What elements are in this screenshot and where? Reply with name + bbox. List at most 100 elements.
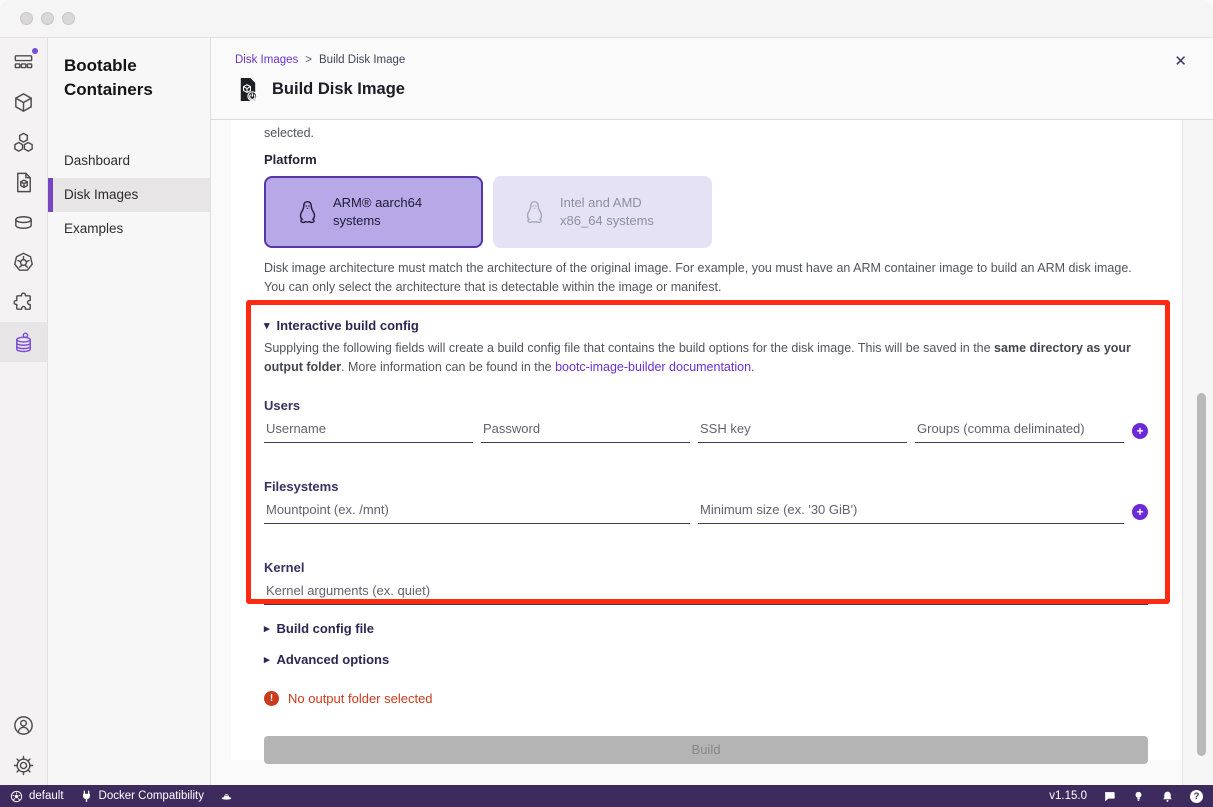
feedback-item[interactable]: [1103, 790, 1116, 803]
bootc-icon: [12, 331, 35, 354]
error-message-row: ! No output folder selected: [264, 691, 1148, 706]
sidebar-item-label: Dashboard: [64, 153, 130, 168]
speech-bubble-icon: [1103, 790, 1116, 803]
platform-label: Platform: [264, 152, 1148, 167]
dashboard-icon: [12, 51, 35, 74]
images-icon: [12, 171, 35, 194]
kube-context-label: default: [29, 790, 64, 802]
kernel-label: Kernel: [264, 560, 1148, 575]
activity-bar: [0, 38, 48, 785]
minimum-size-input[interactable]: [698, 500, 1124, 524]
breadcrumb: Disk Images > Build Disk Image: [235, 54, 1189, 66]
pods-icon: [12, 131, 35, 154]
advanced-options-toggle[interactable]: ▸ Advanced options: [264, 652, 1148, 667]
groups-input[interactable]: [915, 419, 1124, 443]
users-field-row: +: [264, 419, 1148, 443]
linux-penguin-icon: [294, 199, 321, 226]
platform-option-arm[interactable]: ARM® aarch64 systems: [264, 176, 483, 248]
description-text: .: [751, 360, 754, 374]
podman-machine-item[interactable]: [220, 790, 233, 803]
activity-dashboard[interactable]: [0, 42, 47, 82]
plug-icon: [80, 790, 93, 803]
lightbulb-icon: [1132, 790, 1145, 803]
window-minimize-button[interactable]: [41, 12, 54, 25]
sidebar-item-dashboard[interactable]: Dashboard: [48, 144, 210, 178]
scrollbar-thumb[interactable]: [1197, 393, 1206, 756]
activity-bootable-containers[interactable]: [0, 322, 47, 362]
scrolled-text-fragment: selected.: [264, 126, 1148, 140]
kube-context-item[interactable]: default: [10, 790, 64, 803]
activity-pods[interactable]: [0, 122, 47, 162]
activity-settings[interactable]: [0, 745, 47, 785]
puzzle-icon: [12, 291, 35, 314]
platform-option-x86[interactable]: Intel and AMD x86_64 systems: [493, 176, 712, 248]
account-icon: [12, 714, 35, 737]
mountpoint-input[interactable]: [264, 500, 690, 524]
interactive-build-config-description: Supplying the following fields will crea…: [264, 339, 1148, 378]
architecture-note: Disk image architecture must match the a…: [264, 259, 1148, 298]
page-title: Build Disk Image: [272, 80, 405, 99]
description-text: . More information can be found in the: [341, 360, 555, 374]
disk-image-icon: [235, 76, 260, 103]
advanced-options-title: Advanced options: [277, 652, 390, 667]
sidebar-item-disk-images[interactable]: Disk Images: [48, 178, 210, 212]
add-user-button[interactable]: +: [1132, 423, 1148, 439]
activity-kubernetes[interactable]: [0, 242, 47, 282]
password-input[interactable]: [481, 419, 690, 443]
breadcrumb-separator: >: [305, 54, 312, 66]
platform-option-label: ARM® aarch64 systems: [333, 194, 467, 229]
page-content: selected. Platform ARM® aarch64 systems …: [211, 120, 1213, 785]
window-maximize-button[interactable]: [62, 12, 75, 25]
docker-compatibility-item[interactable]: Docker Compatibility: [80, 790, 204, 803]
scrollbar-track[interactable]: [1182, 120, 1213, 785]
help-icon[interactable]: ?: [1190, 790, 1203, 803]
notifications-item[interactable]: [1161, 790, 1174, 803]
kernel-field-row: [264, 581, 1148, 605]
activity-images[interactable]: [0, 162, 47, 202]
gear-icon: [12, 754, 35, 777]
podman-hat-icon: [220, 790, 233, 803]
build-button[interactable]: Build: [264, 736, 1148, 764]
chevron-right-icon: ▸: [264, 653, 270, 666]
kernel-arguments-input[interactable]: [264, 581, 1148, 605]
breadcrumb-disk-images-link[interactable]: Disk Images: [235, 54, 298, 66]
kubernetes-icon: [12, 251, 35, 274]
error-exclamation-icon: !: [264, 691, 279, 706]
notification-dot: [32, 48, 38, 54]
interactive-build-config-toggle[interactable]: ▾ Interactive build config: [264, 318, 1148, 333]
activity-account[interactable]: [0, 705, 47, 745]
bootc-image-builder-doc-link[interactable]: bootc-image-builder documentation: [555, 360, 751, 374]
activity-extensions[interactable]: [0, 282, 47, 322]
sidebar-item-label: Disk Images: [64, 187, 138, 202]
window-close-button[interactable]: [20, 12, 33, 25]
chevron-right-icon: ▸: [264, 622, 270, 635]
linux-penguin-icon: [521, 199, 548, 226]
sidebar: Bootable Containers Dashboard Disk Image…: [48, 38, 211, 785]
platform-options: ARM® aarch64 systems Intel and AMD x86_6…: [264, 176, 1148, 248]
ssh-key-input[interactable]: [698, 419, 907, 443]
build-config-file-toggle[interactable]: ▸ Build config file: [264, 621, 1148, 636]
interactive-build-config-title: Interactive build config: [277, 318, 419, 333]
sidebar-nav: Dashboard Disk Images Examples: [48, 144, 210, 246]
window-titlebar: [0, 0, 1213, 38]
containers-cube-icon: [12, 91, 35, 114]
page-header: Disk Images > Build Disk Image Build Dis…: [211, 38, 1213, 120]
add-filesystem-button[interactable]: +: [1132, 504, 1148, 520]
status-bar-right: v1.15.0 ?: [1049, 790, 1203, 803]
sidebar-item-label: Examples: [64, 221, 123, 236]
platform-option-label: Intel and AMD x86_64 systems: [560, 194, 685, 229]
build-config-file-title: Build config file: [277, 621, 375, 636]
kube-context-icon: [10, 790, 23, 803]
username-input[interactable]: [264, 419, 473, 443]
tasks-item[interactable]: [1132, 790, 1145, 803]
sidebar-item-examples[interactable]: Examples: [48, 212, 210, 246]
close-icon[interactable]: ✕: [1174, 54, 1187, 69]
app-version: v1.15.0: [1049, 790, 1087, 802]
activity-containers[interactable]: [0, 82, 47, 122]
bell-icon: [1161, 790, 1174, 803]
sidebar-title: Bootable Containers: [48, 38, 210, 102]
users-label: Users: [264, 398, 1148, 413]
status-bar: default Docker Compatibility v1.15.0 ?: [0, 785, 1213, 807]
docker-compatibility-label: Docker Compatibility: [99, 790, 204, 802]
activity-volumes[interactable]: [0, 202, 47, 242]
